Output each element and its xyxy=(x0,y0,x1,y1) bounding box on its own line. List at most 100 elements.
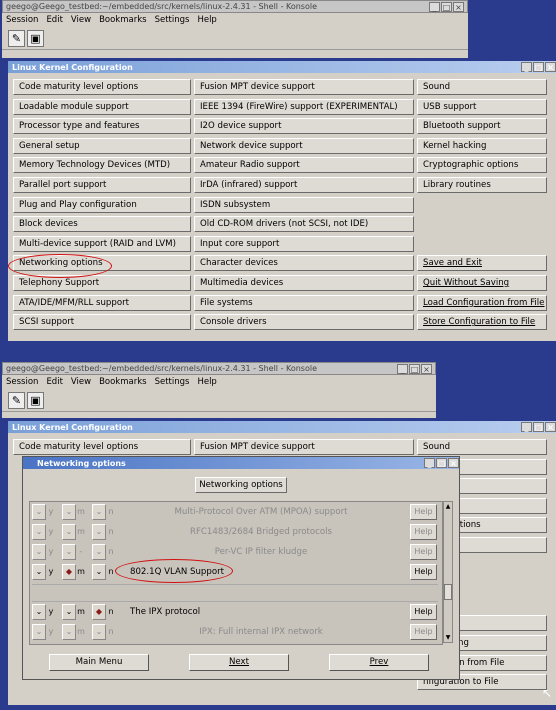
new-session-icon[interactable]: ✎ xyxy=(8,391,25,409)
action-button[interactable]: Load Configuration from File xyxy=(417,294,547,311)
menu-option-button[interactable]: Multimedia devices xyxy=(194,275,414,291)
toggle-m-icon[interactable]: ⌄ xyxy=(62,624,76,640)
help-button[interactable]: Help xyxy=(410,604,437,620)
close-icon[interactable]: × xyxy=(545,422,556,432)
menu-help[interactable]: Help xyxy=(197,377,216,387)
close-icon[interactable]: × xyxy=(453,1,464,12)
top-kernel-titlebar[interactable]: Linux Kernel Configuration _ □ × xyxy=(8,61,556,73)
menu-option-button[interactable]: Telephony Support xyxy=(13,275,191,291)
scroll-down-icon[interactable]: ▼ xyxy=(444,633,452,642)
minimize-icon[interactable]: _ xyxy=(521,422,532,432)
menu-option-button[interactable]: Kernel hacking xyxy=(417,137,547,154)
toggle-y-arrow-icon[interactable]: ⌄ xyxy=(32,604,46,620)
minimize-icon[interactable]: _ xyxy=(424,458,435,468)
menu-option-button[interactable]: USB support xyxy=(417,98,547,115)
menu-settings[interactable]: Settings xyxy=(155,15,190,25)
menu-option-button[interactable]: Sound xyxy=(417,79,547,95)
close-icon[interactable]: × xyxy=(421,363,432,374)
toggle-n-icon[interactable]: ⌄ xyxy=(92,564,106,580)
menu-option-button[interactable]: Networking options xyxy=(13,255,191,272)
menu-option-button[interactable]: Library routines xyxy=(417,177,547,193)
scroll-up-icon[interactable]: ▲ xyxy=(444,502,452,511)
terminal-icon[interactable]: ▣ xyxy=(27,29,44,47)
bottom-kernel-titlebar[interactable]: Linux Kernel Configuration _ □ × xyxy=(8,421,556,433)
menu-session[interactable]: Session xyxy=(6,15,38,25)
menu-edit[interactable]: Edit xyxy=(46,15,62,25)
menu-option-button[interactable]: Loadable module support xyxy=(13,98,191,115)
menu-option-button[interactable]: Plug and Play configuration xyxy=(13,196,191,213)
bottom-konsole-titlebar[interactable]: geego@Geego_testbed:~/embedded/src/kerne… xyxy=(2,362,436,375)
toggle-m-icon[interactable]: ⌄ xyxy=(62,504,76,520)
new-session-icon[interactable]: ✎ xyxy=(8,29,25,47)
maximize-icon[interactable]: □ xyxy=(409,363,420,374)
maximize-icon[interactable]: □ xyxy=(533,422,544,432)
bg-option-fusion-mpt[interactable]: Fusion MPT device support xyxy=(194,439,414,455)
menu-view[interactable]: View xyxy=(71,15,91,25)
toggle-m-icon[interactable]: ⌄ xyxy=(62,544,76,560)
close-icon[interactable]: × xyxy=(545,62,556,72)
menu-option-button[interactable]: Input core support xyxy=(194,235,414,252)
minimize-icon[interactable]: _ xyxy=(521,62,532,72)
prev-button[interactable]: Prev xyxy=(329,654,429,671)
menu-option-button[interactable]: ISDN subsystem xyxy=(194,196,414,213)
help-button[interactable]: Help xyxy=(410,524,437,540)
terminal-icon[interactable]: ▣ xyxy=(27,391,44,409)
toggle-n-icon[interactable]: ⌄ xyxy=(92,544,106,560)
maximize-icon[interactable]: □ xyxy=(533,62,544,72)
toggle-n-icon[interactable]: ◆ xyxy=(92,604,106,620)
menu-option-button[interactable]: Processor type and features xyxy=(13,118,191,135)
menu-option-button[interactable]: IrDA (infrared) support xyxy=(194,177,414,193)
menu-option-button[interactable]: Bluetooth support xyxy=(417,118,547,135)
menu-option-button[interactable]: Code maturity level options xyxy=(13,79,191,95)
menu-option-button[interactable]: Multi-device support (RAID and LVM) xyxy=(13,235,191,252)
menu-view[interactable]: View xyxy=(71,377,91,387)
toggle-y-arrow-icon[interactable]: ⌄ xyxy=(32,564,46,580)
menu-bookmarks[interactable]: Bookmarks xyxy=(99,15,147,25)
menu-option-button[interactable]: Amateur Radio support xyxy=(194,157,414,174)
options-scrollbar[interactable]: ▲ ▼ xyxy=(443,501,453,643)
menu-option-button[interactable]: General setup xyxy=(13,137,191,154)
top-konsole-titlebar[interactable]: geego@Geego_testbed:~/embedded/src/kerne… xyxy=(2,0,468,13)
networking-options-header-button[interactable]: Networking options xyxy=(195,477,287,493)
scroll-thumb[interactable] xyxy=(444,584,452,600)
minimize-icon[interactable]: _ xyxy=(429,1,440,12)
menu-option-button[interactable]: Old CD-ROM drivers (not SCSI, not IDE) xyxy=(194,216,414,233)
menu-option-button[interactable]: I2O device support xyxy=(194,118,414,135)
toggle-m-icon[interactable]: ⌄ xyxy=(62,604,76,620)
help-button[interactable]: Help xyxy=(410,544,437,560)
menu-help[interactable]: Help xyxy=(197,15,216,25)
toggle-n-icon[interactable]: ⌄ xyxy=(92,624,106,640)
menu-option-button[interactable]: Cryptographic options xyxy=(417,157,547,174)
menu-edit[interactable]: Edit xyxy=(46,377,62,387)
toggle-y-arrow-icon[interactable]: ⌄ xyxy=(32,524,46,540)
toggle-n-icon[interactable]: ⌄ xyxy=(92,504,106,520)
menu-session[interactable]: Session xyxy=(6,377,38,387)
menu-option-button[interactable]: IEEE 1394 (FireWire) support (EXPERIMENT… xyxy=(194,98,414,115)
menu-option-button[interactable]: Parallel port support xyxy=(13,177,191,193)
main-menu-button[interactable]: Main Menu xyxy=(49,654,149,671)
menu-settings[interactable]: Settings xyxy=(155,377,190,387)
next-button[interactable]: Next xyxy=(189,654,289,671)
toggle-y-arrow-icon[interactable]: ⌄ xyxy=(32,544,46,560)
bg-right-option[interactable]: Sound xyxy=(417,439,547,455)
menu-option-button[interactable]: Console drivers xyxy=(194,314,414,331)
menu-option-button[interactable]: File systems xyxy=(194,294,414,311)
menu-option-button[interactable]: Fusion MPT device support xyxy=(194,79,414,95)
dialog-titlebar[interactable]: Networking options _ □ × xyxy=(23,457,459,469)
menu-option-button[interactable]: ATA/IDE/MFM/RLL support xyxy=(13,294,191,311)
toggle-y-arrow-icon[interactable]: ⌄ xyxy=(32,624,46,640)
action-button[interactable]: Save and Exit xyxy=(417,255,547,272)
bg-option-code-maturity[interactable]: Code maturity level options xyxy=(13,439,191,455)
toggle-m-icon[interactable]: ◆ xyxy=(62,564,76,580)
minimize-icon[interactable]: _ xyxy=(397,363,408,374)
help-button[interactable]: Help xyxy=(410,624,437,640)
maximize-icon[interactable]: □ xyxy=(436,458,447,468)
menu-option-button[interactable]: Network device support xyxy=(194,137,414,154)
help-button[interactable]: Help xyxy=(410,564,437,580)
menu-option-button[interactable]: Character devices xyxy=(194,255,414,272)
toggle-m-icon[interactable]: ⌄ xyxy=(62,524,76,540)
menu-option-button[interactable]: Block devices xyxy=(13,216,191,233)
action-button[interactable]: Quit Without Saving xyxy=(417,275,547,291)
maximize-icon[interactable]: □ xyxy=(441,1,452,12)
action-button[interactable]: Store Configuration to File xyxy=(417,314,547,331)
